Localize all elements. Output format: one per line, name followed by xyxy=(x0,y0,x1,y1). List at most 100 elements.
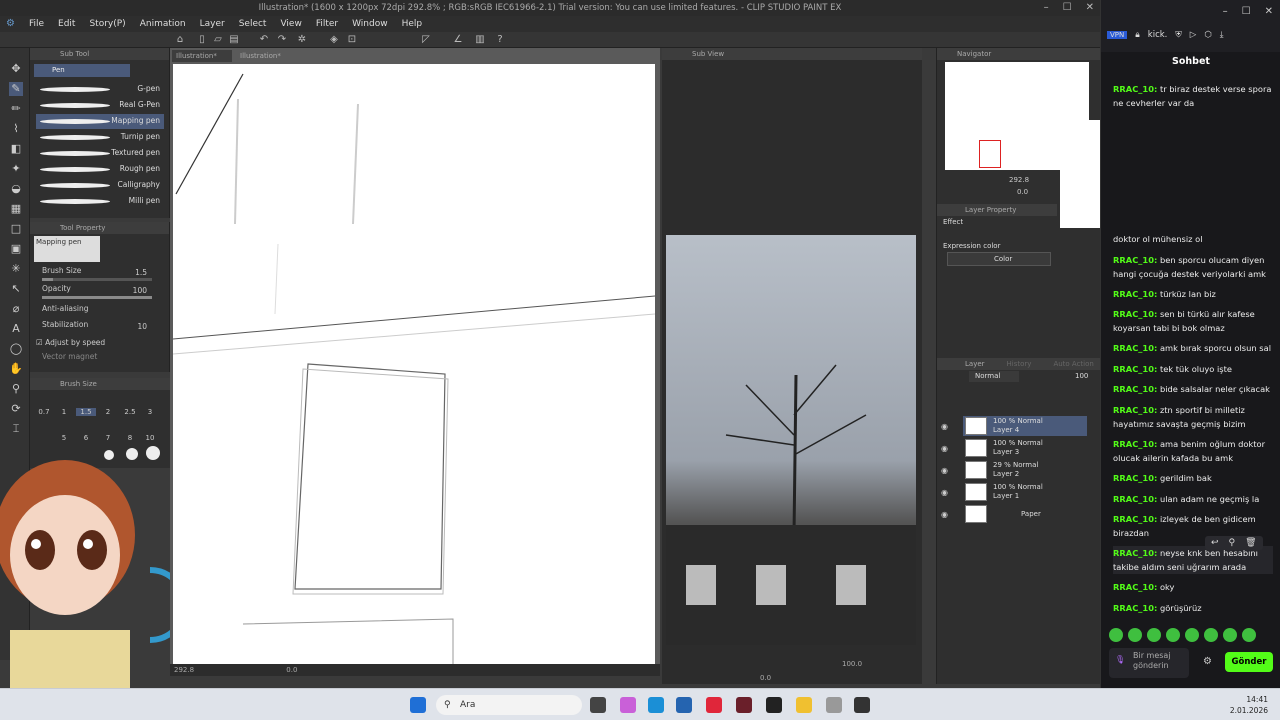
size-option[interactable]: 2.5 xyxy=(120,408,140,416)
eraser-icon[interactable]: ◧ xyxy=(9,142,23,156)
chat-username[interactable]: RRAC_10: xyxy=(1113,405,1157,415)
blend-mode-dropdown[interactable]: Normal xyxy=(969,371,1019,382)
viewport-indicator[interactable] xyxy=(979,140,1001,168)
canvas-zoom[interactable]: 292.8 xyxy=(174,666,194,674)
text-icon[interactable]: A xyxy=(9,322,23,336)
eyedropper-icon[interactable]: ⌀ xyxy=(9,302,23,316)
delete-icon[interactable]: 🗑︎ xyxy=(1245,538,1256,548)
menu-animation[interactable]: Animation xyxy=(140,16,186,32)
menu-story[interactable]: Story(P) xyxy=(89,16,125,32)
gear-icon[interactable]: ⚙ xyxy=(1203,656,1212,667)
menu-select[interactable]: Select xyxy=(239,16,267,32)
stabilization-value[interactable]: 10 xyxy=(137,322,147,331)
brush-g-pen[interactable]: G-pen xyxy=(36,82,164,97)
chat-username[interactable]: RRAC_10: xyxy=(1113,343,1157,353)
play-icon[interactable]: ▷ xyxy=(1190,30,1197,40)
canvas-angle[interactable]: 0.0 xyxy=(286,666,297,674)
system-clock[interactable]: 14:41 2.01.2026 xyxy=(1230,694,1268,716)
chat-username[interactable]: RRAC_10: xyxy=(1113,439,1157,449)
drawing-canvas[interactable] xyxy=(173,64,655,666)
send-button[interactable]: Gönder xyxy=(1225,652,1273,672)
edge-icon[interactable] xyxy=(648,697,664,713)
layer-opacity[interactable]: 100 xyxy=(1075,372,1088,380)
brush-real-g-pen[interactable]: Real G-Pen xyxy=(36,98,164,113)
maximize-icon[interactable]: ☐ xyxy=(1063,0,1072,16)
layer-row[interactable]: 100 % Normal Layer 4 xyxy=(963,416,1087,436)
size-option[interactable]: 1 xyxy=(54,408,74,416)
reply-icon[interactable]: ↩ xyxy=(1211,538,1219,548)
emote-icon[interactable] xyxy=(1147,628,1161,642)
emote-icon[interactable] xyxy=(1242,628,1256,642)
emote-icon[interactable] xyxy=(1109,628,1123,642)
emote-icon[interactable] xyxy=(1204,628,1218,642)
size-option[interactable]: 2 xyxy=(98,408,118,416)
menu-help[interactable]: Help xyxy=(402,16,423,32)
eye-icon[interactable]: ◉ xyxy=(941,444,951,454)
size-option[interactable]: 3 xyxy=(140,408,160,416)
brush-icon[interactable]: ⌇ xyxy=(9,122,23,136)
maximize-icon[interactable]: ☐ xyxy=(1242,6,1251,17)
pen-group-tab[interactable]: Pen xyxy=(34,64,130,77)
menu-window[interactable]: Window xyxy=(352,16,388,32)
reference-image[interactable] xyxy=(666,235,916,645)
eye-icon[interactable]: ◉ xyxy=(941,466,951,476)
navigator-zoom[interactable]: 292.8 xyxy=(1009,176,1029,184)
app-menu-icon[interactable]: ⚙ xyxy=(6,16,15,32)
emote-icon[interactable] xyxy=(1185,628,1199,642)
emote-icon[interactable] xyxy=(1166,628,1180,642)
chat-username[interactable]: RRAC_10: xyxy=(1113,364,1157,374)
chat-username[interactable]: RRAC_10: xyxy=(1113,289,1157,299)
brush-textured-pen[interactable]: Textured pen xyxy=(36,146,164,161)
help-icon[interactable]: ? xyxy=(494,34,506,46)
layer-row[interactable]: Paper xyxy=(963,504,1087,524)
grid-icon[interactable]: ▥ xyxy=(474,34,486,46)
chat-username[interactable]: RRAC_10: xyxy=(1113,494,1157,504)
chat-input[interactable]: 🎙︎ Bir mesaj gönderin xyxy=(1109,648,1189,678)
vpn-badge[interactable]: VPN xyxy=(1107,31,1128,39)
subview-zoom[interactable]: 100.0 xyxy=(842,660,862,668)
site-url[interactable]: kick. xyxy=(1148,30,1168,40)
brush-mapping-pen[interactable]: Mapping pen xyxy=(36,114,164,129)
microphone-icon[interactable]: 🎙︎ xyxy=(1115,655,1125,665)
close-icon[interactable]: ✕ xyxy=(1265,6,1273,17)
open-file-icon[interactable]: ▱ xyxy=(212,34,224,46)
subview-angle[interactable]: 0.0 xyxy=(760,674,771,682)
menu-layer[interactable]: Layer xyxy=(200,16,225,32)
decoration-icon[interactable]: ✳ xyxy=(9,262,23,276)
tab-layer[interactable]: Layer xyxy=(965,358,985,370)
chat-username[interactable]: RRAC_10: xyxy=(1113,384,1157,394)
download-icon[interactable]: ⤓ xyxy=(1220,30,1224,40)
adjust-speed-checkbox[interactable]: ☑ Adjust by speed xyxy=(36,338,105,347)
new-file-icon[interactable]: ▯ xyxy=(196,34,208,46)
chat-username[interactable]: RRAC_10: xyxy=(1113,548,1157,558)
opacity-slider[interactable] xyxy=(42,296,152,299)
undo-icon[interactable]: ↶ xyxy=(258,34,270,46)
brush-size-value[interactable]: 1.5 xyxy=(135,268,147,277)
chat-username[interactable]: RRAC_10: xyxy=(1113,514,1157,524)
brush-rough-pen[interactable]: Rough pen xyxy=(36,162,164,177)
settings-icon[interactable]: ✲ xyxy=(296,34,308,46)
brush-calligraphy[interactable]: Calligraphy xyxy=(36,178,164,193)
brush-milli-pen[interactable]: Milli pen xyxy=(36,194,164,209)
extension-icon[interactable]: ⬡ xyxy=(1204,30,1211,40)
brush-turnip-pen[interactable]: Turnip pen xyxy=(36,130,164,145)
opacity-value[interactable]: 100 xyxy=(133,286,147,295)
eye-icon[interactable]: ◉ xyxy=(941,488,951,498)
move-icon[interactable]: ✥ xyxy=(9,62,23,76)
opera-icon[interactable] xyxy=(706,697,722,713)
eye-icon[interactable]: ◉ xyxy=(941,510,951,520)
chat-username[interactable]: RRAC_10: xyxy=(1113,84,1157,94)
close-icon[interactable]: ✕ xyxy=(1086,0,1094,16)
layer-row[interactable]: 100 % Normal Layer 3 xyxy=(963,438,1087,458)
layer-row[interactable]: 29 % Normal Layer 2 xyxy=(963,460,1087,480)
chat-username[interactable]: RRAC_10: xyxy=(1113,603,1157,613)
tab-history[interactable]: History xyxy=(1007,358,1032,370)
emote-icon[interactable] xyxy=(1223,628,1237,642)
tab-auto-action[interactable]: Auto Action xyxy=(1053,358,1093,370)
eye-icon[interactable]: ◉ xyxy=(941,422,951,432)
vivaldi-icon[interactable] xyxy=(736,697,752,713)
fill-icon[interactable]: ◈ xyxy=(328,34,340,46)
clip-studio-icon[interactable] xyxy=(854,697,870,713)
expression-color-dropdown[interactable]: Color xyxy=(947,252,1051,266)
shield-icon[interactable]: ⛨ xyxy=(1175,30,1181,40)
